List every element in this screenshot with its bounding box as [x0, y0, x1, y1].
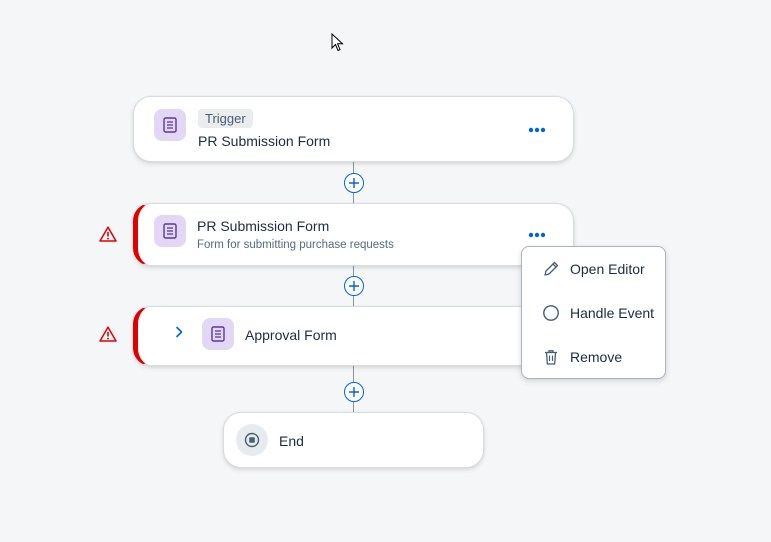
trash-icon — [542, 348, 560, 366]
chevron-right-icon — [176, 326, 183, 338]
circle-icon — [542, 304, 560, 322]
add-step-button[interactable] — [344, 382, 364, 402]
step-title: Approval Form — [245, 327, 337, 343]
plus-icon — [349, 178, 359, 188]
plus-icon — [349, 281, 359, 291]
menu-item-label: Open Editor — [570, 261, 645, 277]
menu-item-label: Remove — [570, 349, 623, 365]
form-icon — [154, 109, 186, 141]
end-title: End — [279, 433, 304, 449]
expand-button[interactable] — [172, 324, 186, 340]
stop-icon — [236, 424, 268, 456]
pencil-icon — [542, 260, 560, 278]
warning-icon — [99, 226, 117, 242]
add-step-button[interactable] — [344, 276, 364, 296]
step-subtitle: Form for submitting purchase requests — [197, 239, 394, 251]
menu-item-label: Handle Event — [570, 305, 655, 321]
more-options-button[interactable] — [525, 225, 549, 245]
menu-item-handle-event[interactable]: Handle Event — [522, 293, 665, 333]
form-icon — [202, 318, 234, 350]
more-horizontal-icon — [528, 232, 546, 238]
plus-icon — [349, 387, 359, 397]
step-node-approval[interactable]: Approval Form — [133, 306, 574, 366]
context-menu: Open Editor Handle Event Remove — [521, 246, 666, 379]
add-step-button[interactable] — [344, 173, 364, 193]
warning-icon — [99, 326, 117, 342]
form-icon — [154, 215, 186, 247]
trigger-badge: Trigger — [198, 109, 253, 128]
more-options-button[interactable] — [525, 120, 549, 140]
mouse-cursor-icon — [331, 33, 344, 52]
end-node[interactable]: End — [223, 412, 484, 468]
menu-item-open-editor[interactable]: Open Editor — [522, 249, 665, 289]
step-title: PR Submission Form — [197, 218, 330, 234]
trigger-node[interactable]: Trigger PR Submission Form — [133, 96, 574, 162]
trigger-title: PR Submission Form — [198, 133, 331, 149]
more-horizontal-icon — [528, 127, 546, 133]
menu-item-remove[interactable]: Remove — [522, 337, 665, 377]
step-node-pr-submission[interactable]: PR Submission Form Form for submitting p… — [133, 203, 574, 266]
